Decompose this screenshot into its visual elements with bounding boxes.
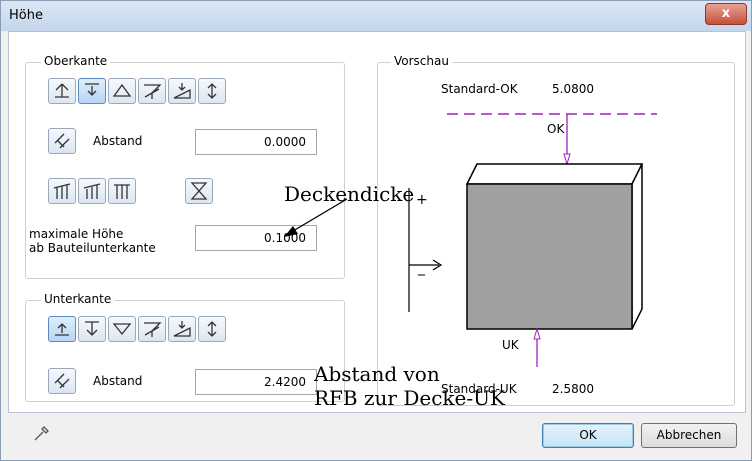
deckendicke-arrowhead-icon [284,226,298,237]
abstand-annotation-2: RFB zur Decke-UK [314,386,505,410]
eyedropper-icon[interactable] [31,423,51,447]
ok-button[interactable]: OK [542,423,634,448]
abstand-annotation-1: Abstand von [314,362,440,386]
cancel-button[interactable]: Abbrechen [641,423,737,448]
button-bar: OK Abbrechen [1,413,751,460]
dialog-window: Höhe x Oberkante Abstand 0.0000 maximale… [0,0,752,461]
deckendicke-annotation: Deckendicke [284,182,415,206]
